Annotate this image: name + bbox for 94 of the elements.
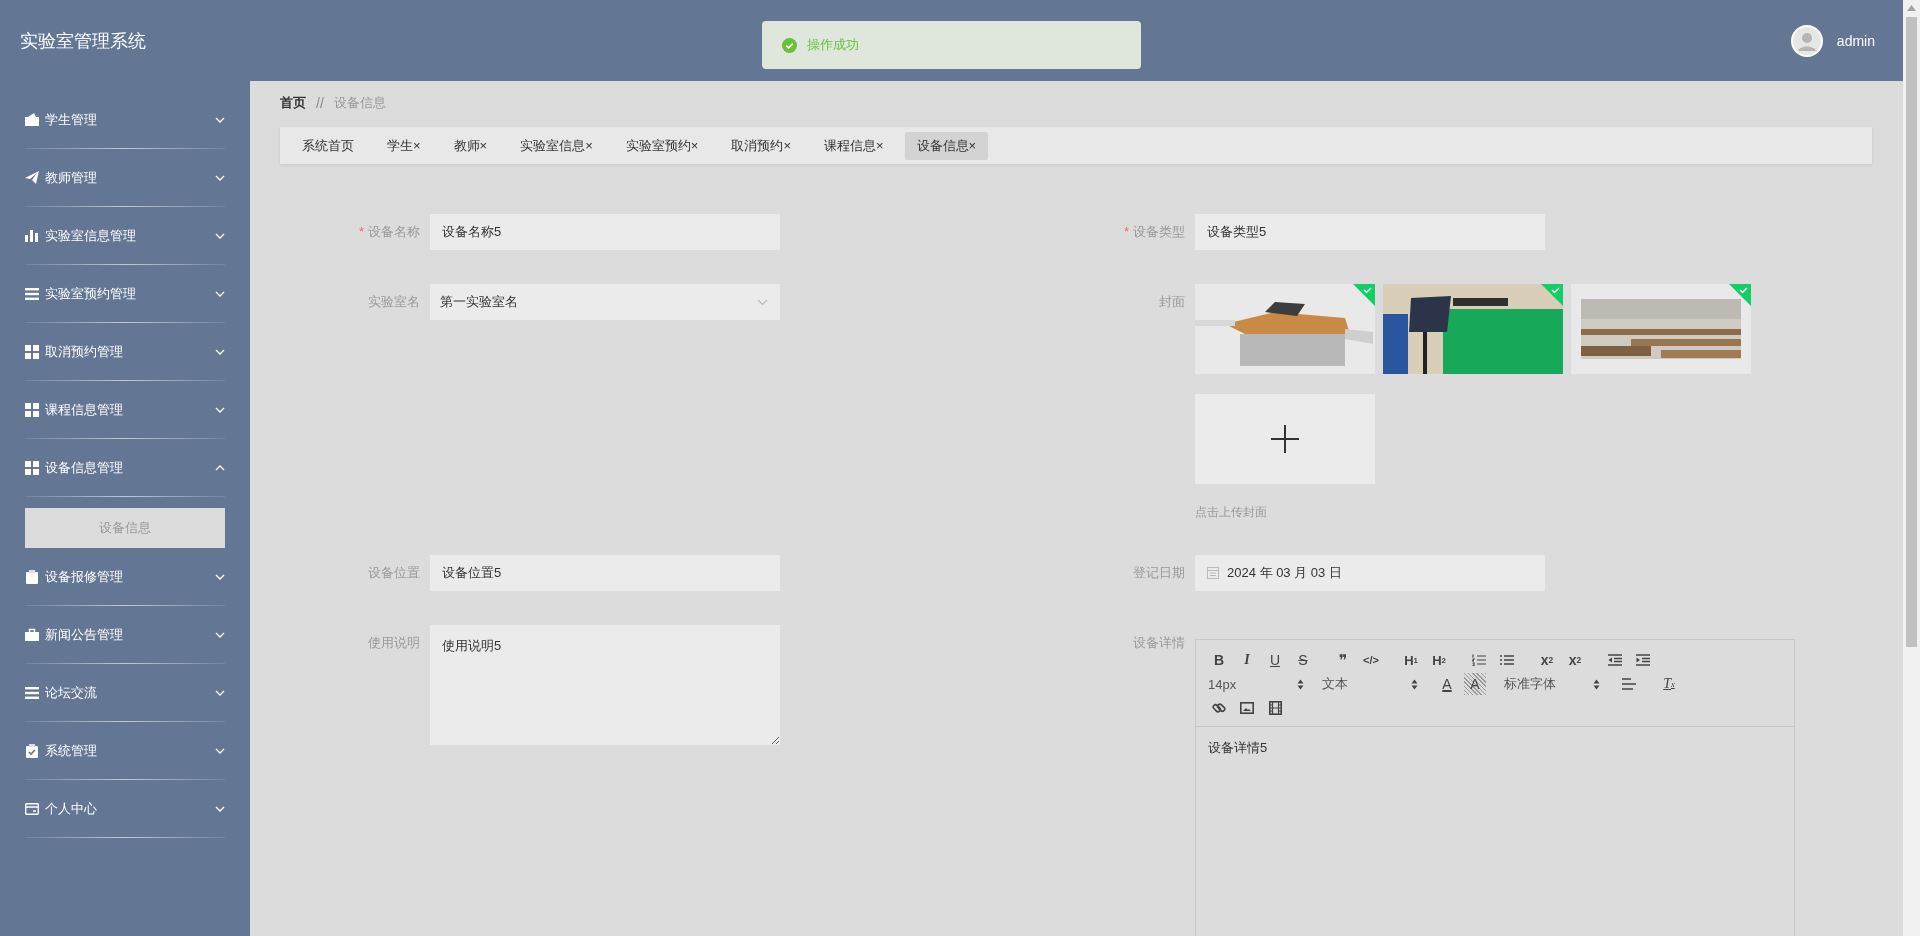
field-label: 设备详情 bbox=[1132, 634, 1185, 652]
text-field[interactable]: 设备位置5 bbox=[430, 555, 780, 591]
toolbar-dropdown[interactable]: 标准字体 bbox=[1504, 673, 1600, 695]
chevron-down-icon bbox=[757, 298, 768, 306]
check-circle-icon bbox=[782, 37, 797, 53]
field-label: 封面 bbox=[1158, 293, 1185, 311]
text-field[interactable]: 设备类型5 bbox=[1195, 214, 1545, 250]
sidebar-menu-item[interactable]: 个人中心 bbox=[25, 780, 225, 838]
toast-message: 操作成功 bbox=[807, 36, 859, 54]
grid-icon bbox=[25, 344, 39, 359]
color-button[interactable]: A bbox=[1436, 673, 1458, 695]
sidebar-menu-item[interactable]: 设备信息管理 bbox=[25, 439, 225, 497]
textarea-field[interactable]: 使用说明5 bbox=[430, 625, 780, 745]
field-label: 实验室名 bbox=[367, 293, 420, 311]
chevron-down-icon bbox=[215, 689, 225, 696]
chevron-down-icon bbox=[215, 348, 225, 355]
field-label: * 设备类型 bbox=[1122, 223, 1185, 241]
indent-icon[interactable] bbox=[1636, 654, 1650, 666]
bold-button[interactable]: B bbox=[1208, 649, 1230, 671]
chevron-down-icon bbox=[215, 174, 225, 181]
tab[interactable]: 实验室信息× bbox=[508, 131, 605, 160]
script-button[interactable]: x$^{2}$ bbox=[1564, 649, 1586, 671]
toolbar-dropdown[interactable]: 文本 bbox=[1322, 673, 1418, 695]
bar-chart-icon bbox=[25, 229, 39, 242]
app-title: 实验室管理系统 bbox=[20, 30, 146, 53]
sidebar-menu-item[interactable]: 论坛交流 bbox=[25, 664, 225, 722]
grid-icon bbox=[25, 402, 39, 417]
sidebar-menu-item[interactable]: 学生管理 bbox=[25, 91, 225, 149]
breadcrumb-separator: // bbox=[316, 95, 324, 111]
image-icon[interactable] bbox=[1240, 702, 1254, 714]
up-down-arrows-icon bbox=[1593, 678, 1600, 690]
italic-button[interactable]: I bbox=[1236, 649, 1258, 671]
user-avatar bbox=[1790, 25, 1823, 57]
chevron-up-icon bbox=[215, 464, 225, 471]
sidebar-menu-item[interactable]: 课程信息管理 bbox=[25, 381, 225, 439]
film-icon[interactable] bbox=[1268, 701, 1282, 715]
field-label: 登记日期 bbox=[1132, 564, 1185, 582]
calendar-icon bbox=[1207, 567, 1219, 579]
wallet-icon bbox=[25, 113, 39, 126]
sidebar-menu-item[interactable]: 实验室预约管理 bbox=[25, 265, 225, 323]
grid-icon bbox=[25, 460, 39, 475]
card-icon bbox=[25, 802, 39, 815]
select-field[interactable]: 第一实验室名 bbox=[430, 284, 780, 320]
chevron-down-icon bbox=[215, 290, 225, 297]
tab[interactable]: 系统首页 bbox=[290, 131, 366, 160]
tab[interactable]: 课程信息× bbox=[811, 131, 896, 160]
plus-icon bbox=[1271, 425, 1299, 453]
breadcrumb-link[interactable]: 首页 bbox=[280, 94, 306, 112]
sidebar-menu-item[interactable]: 新闻公告管理 bbox=[25, 606, 225, 664]
chevron-down-icon bbox=[215, 232, 225, 239]
underline-button[interactable]: U bbox=[1264, 649, 1286, 671]
outdent-icon[interactable] bbox=[1608, 654, 1622, 666]
clipboard-icon bbox=[26, 569, 38, 584]
editor-content[interactable]: 设备详情5 bbox=[1196, 727, 1794, 769]
strike-button[interactable]: S bbox=[1292, 649, 1314, 671]
scrollbar-thumb[interactable] bbox=[1906, 17, 1917, 647]
toolbar-dropdown[interactable]: 14px bbox=[1208, 673, 1304, 695]
paper-plane-icon bbox=[25, 171, 39, 184]
chevron-down-icon bbox=[215, 116, 225, 123]
chevron-down-icon bbox=[215, 747, 225, 754]
breadcrumb-current: 设备信息 bbox=[333, 94, 386, 112]
up-down-arrows-icon bbox=[1411, 678, 1418, 690]
background-button[interactable]: A bbox=[1464, 673, 1486, 695]
list-icon bbox=[25, 287, 39, 300]
tab[interactable]: 学生× bbox=[375, 131, 433, 160]
field-label: 设备位置 bbox=[367, 564, 420, 582]
tab[interactable]: 实验室预约× bbox=[613, 131, 711, 160]
list-icon bbox=[25, 686, 39, 699]
up-down-arrows-icon bbox=[1297, 678, 1304, 690]
field-label: 使用说明 bbox=[367, 634, 420, 652]
tab[interactable]: 设备信息× bbox=[904, 131, 989, 160]
clipboard-check-icon bbox=[26, 743, 38, 758]
briefcase-icon bbox=[25, 628, 39, 641]
sidebar-menu-item[interactable]: 系统管理 bbox=[25, 722, 225, 780]
chevron-down-icon bbox=[215, 631, 225, 638]
sidebar-menu-item[interactable]: 取消预约管理 bbox=[25, 323, 225, 381]
bullet-list-icon[interactable] bbox=[1500, 654, 1514, 666]
sidebar-menu-item[interactable]: 设备报修管理 bbox=[25, 548, 225, 606]
field-label: * 设备名称 bbox=[357, 223, 420, 241]
chevron-down-icon bbox=[215, 406, 225, 413]
sidebar-menu-item[interactable]: 实验室信息管理 bbox=[25, 207, 225, 265]
code-button[interactable]: </> bbox=[1360, 649, 1382, 671]
align-left-icon[interactable] bbox=[1622, 678, 1636, 690]
numbered-list-icon[interactable] bbox=[1472, 654, 1486, 666]
blockquote-button[interactable]: ❞ bbox=[1332, 649, 1354, 671]
user-name[interactable]: admin bbox=[1836, 33, 1875, 49]
tab[interactable]: 教师× bbox=[441, 131, 500, 160]
chevron-down-icon bbox=[215, 805, 225, 812]
link-icon[interactable] bbox=[1212, 701, 1226, 715]
chevron-down-icon bbox=[215, 573, 225, 580]
sidebar-menu-item[interactable]: 教师管理 bbox=[25, 149, 225, 207]
text-field[interactable]: 设备名称5 bbox=[430, 214, 780, 250]
date-field[interactable]: 2024 年 03 月 03 日 bbox=[1195, 555, 1545, 591]
tab[interactable]: 取消预约× bbox=[719, 131, 803, 160]
